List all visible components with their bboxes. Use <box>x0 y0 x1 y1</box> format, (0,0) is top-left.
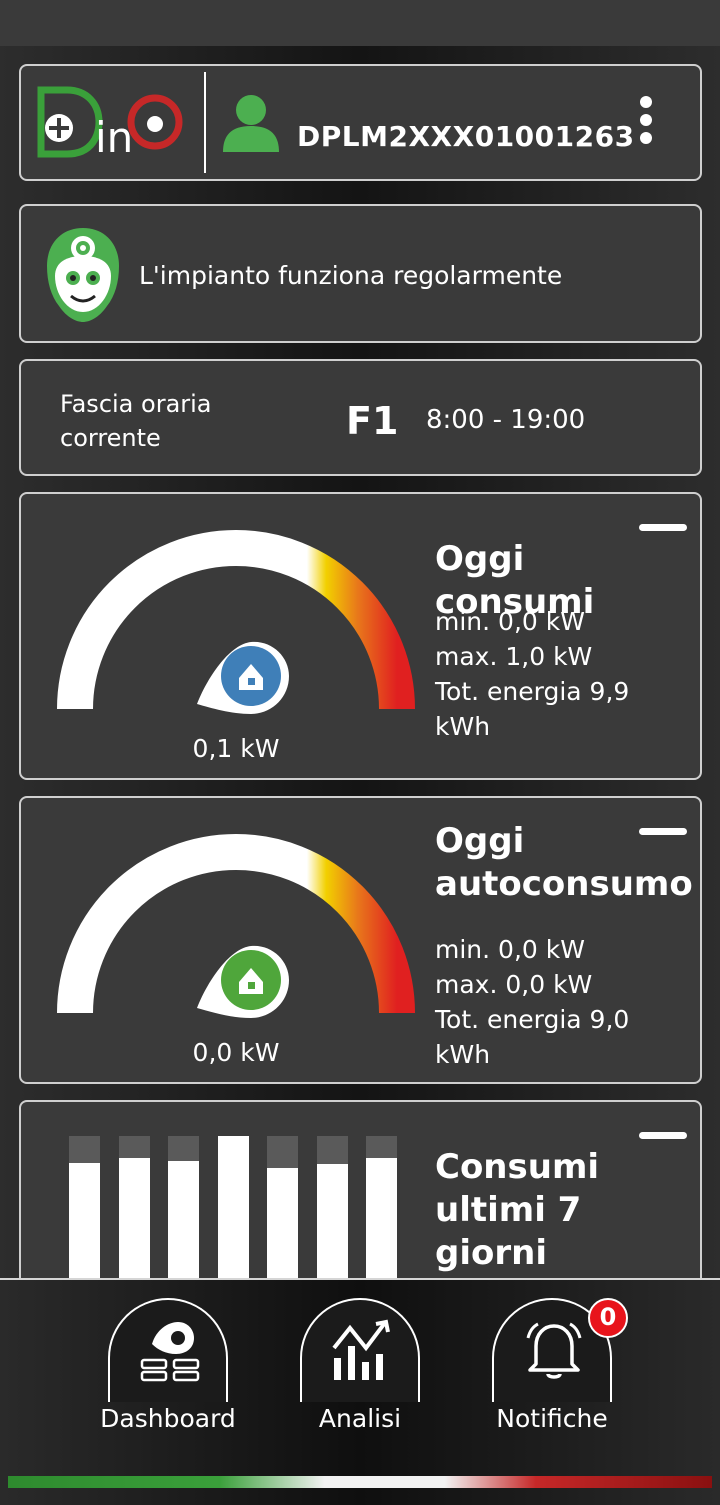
time-band-code: F1 <box>346 399 399 443</box>
self-consumption-min: min. 0,0 kW <box>435 935 585 964</box>
time-band-label: Fascia oraria corrente <box>60 390 212 452</box>
nav-notifiche-label[interactable]: Notifiche <box>467 1404 637 1433</box>
collapse-button[interactable] <box>639 1132 687 1139</box>
weekly-bar <box>118 1136 150 1298</box>
self-consumption-stats: min. 0,0 kW max. 0,0 kW Tot. energia 9,0… <box>435 932 675 1072</box>
consumption-gauge <box>57 530 415 714</box>
weekly-consumption-card: Consumi ultimi 7 giorni <box>19 1100 702 1300</box>
weekly-bar <box>69 1136 100 1298</box>
self-consumption-current-value: 0,0 kW <box>192 1038 280 1067</box>
consumption-current-value: 0,1 kW <box>192 734 280 763</box>
header-card: in DPLM2XXX01001263 <box>19 64 702 181</box>
weekly-bar <box>217 1136 249 1298</box>
time-band-hours: 8:00 - 19:00 <box>426 405 586 435</box>
status-bar <box>0 0 720 46</box>
weekly-bar <box>168 1136 199 1298</box>
self-consumption-card: 0,0 kW Oggi autoconsumo min. 0,0 kW max.… <box>19 796 702 1084</box>
home-drop-icon <box>197 641 289 714</box>
weekly-bar <box>267 1136 298 1298</box>
header-divider <box>204 72 206 173</box>
weekly-bar-chart <box>69 1136 409 1298</box>
time-band-card: Fascia oraria corrente F1 8:00 - 19:00 <box>19 359 702 476</box>
consumption-total: Tot. energia 9,9 kWh <box>435 677 630 741</box>
more-options-icon[interactable] <box>635 96 657 152</box>
analytics-icon <box>332 1319 390 1380</box>
italian-flag-stripe <box>8 1476 712 1488</box>
user-icon[interactable] <box>219 90 283 154</box>
system-status-card: L'impianto funziona regolarmente <box>19 204 702 343</box>
consumption-stats: min. 0,0 kW max. 1,0 kW Tot. energia 9,9… <box>435 604 675 744</box>
nav-dashboard-circle[interactable] <box>108 1298 228 1402</box>
bell-icon <box>526 1322 582 1379</box>
device-id: DPLM2XXX01001263 <box>297 120 635 153</box>
nav-notifiche[interactable]: 0 Notifiche <box>477 1298 628 1438</box>
collapse-button[interactable] <box>639 524 687 531</box>
nav-dashboard-label[interactable]: Dashboard <box>83 1404 253 1433</box>
weekly-bar <box>316 1136 348 1298</box>
self-consumption-title: Oggi autoconsumo <box>435 821 693 904</box>
home-drop-icon <box>197 945 289 1018</box>
nav-analisi-label[interactable]: Analisi <box>275 1404 445 1433</box>
weekly-bar <box>366 1136 397 1298</box>
bottom-navigation: Dashboard Analisi 0 Notifiche <box>0 1278 720 1505</box>
weekly-consumption-title: Consumi ultimi 7 giorni <box>435 1147 600 1273</box>
weekly-bar-fill <box>217 1136 249 1298</box>
nav-dashboard[interactable]: Dashboard <box>93 1298 243 1438</box>
dino-logo: in <box>37 86 183 162</box>
self-consumption-total: Tot. energia 9,0 kWh <box>435 1005 630 1069</box>
self-consumption-gauge <box>57 834 415 1018</box>
notification-count-badge: 0 <box>588 1298 628 1338</box>
consumption-max: max. 1,0 kW <box>435 642 593 671</box>
nav-analisi-circle[interactable] <box>300 1298 420 1402</box>
dino-mascot-icon <box>47 228 119 322</box>
self-consumption-max: max. 0,0 kW <box>435 970 593 999</box>
nav-analisi[interactable]: Analisi <box>285 1298 435 1438</box>
status-message: L'impianto funziona regolarmente <box>139 261 563 290</box>
dashboard-icon <box>140 1322 200 1382</box>
consumption-card: 0,1 kW Oggi consumi min. 0,0 kW max. 1,0… <box>19 492 702 780</box>
consumption-min: min. 0,0 kW <box>435 607 585 636</box>
